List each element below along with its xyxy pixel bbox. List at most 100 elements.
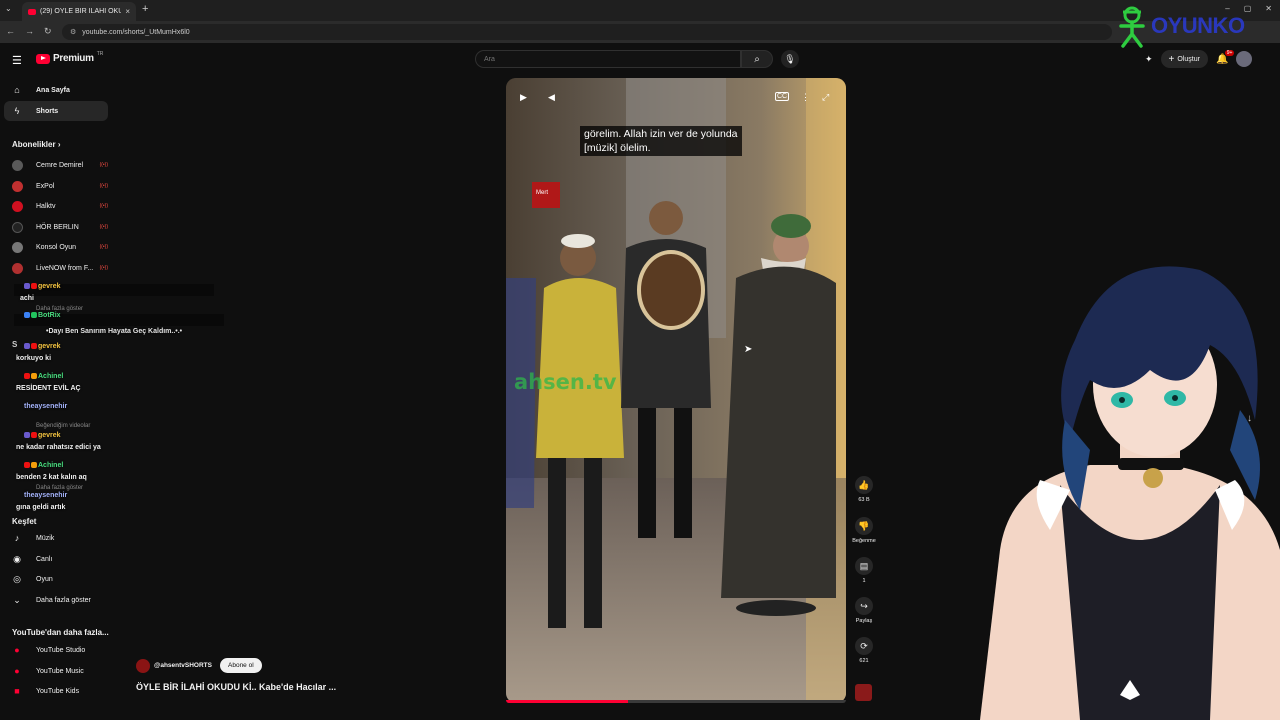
subscription-item[interactable]: LiveNOW from F... ((•)) — [12, 258, 108, 278]
subscription-item[interactable]: Halktv ((•)) — [12, 196, 108, 216]
chat-badge-icon — [24, 432, 30, 439]
url-field[interactable]: ⚙ youtube.com/shorts/_UtMumHx6l0 — [62, 24, 1112, 40]
tab-close-button[interactable]: × — [125, 7, 130, 16]
maximize-icon[interactable]: ▢ — [1244, 4, 1252, 13]
sound-thumbnail[interactable] — [855, 684, 872, 701]
remix-icon: ⟳ — [855, 637, 873, 655]
section-heading-partial: S — [12, 340, 18, 349]
sidebar-item-gaming[interactable]: ◎ Oyun — [12, 569, 108, 589]
play-icon[interactable]: ▶ — [520, 92, 527, 103]
browser-tab[interactable]: (29) ÖYLE BİR İLAHİ OKUDU Kİ.. × — [22, 2, 136, 21]
chat-badge-icon — [31, 312, 37, 319]
create-button[interactable]: + Oluştur — [1160, 50, 1208, 68]
chat-username: BotRix — [24, 312, 61, 319]
chat-username: theaysenehir — [24, 492, 68, 499]
sidebar-item-music[interactable]: ♪ Müzik — [12, 528, 108, 548]
sidebar-item-youtube-studio[interactable]: ● YouTube Studio — [12, 640, 108, 660]
channel-avatar[interactable] — [136, 658, 150, 673]
url-text: youtube.com/shorts/_UtMumHx6l0 — [82, 28, 190, 36]
search-icon: ⌕ — [754, 53, 760, 65]
chat-badge-icon — [31, 432, 37, 439]
cast-icon[interactable]: ✦ — [1145, 54, 1153, 65]
sidebar-item-home[interactable]: ⌂ Ana Sayfa — [4, 80, 108, 100]
comments-button[interactable]: ▤ 1 — [851, 557, 877, 584]
chat-badge-icon — [31, 462, 37, 469]
chat-badge-icon — [24, 312, 30, 319]
comment-icon: ▤ — [855, 557, 873, 575]
sidebar-item-label: Oyun — [36, 575, 53, 583]
subscription-name: ExPol — [36, 182, 55, 190]
subscribe-button[interactable]: Abone ol — [220, 658, 262, 673]
subscription-item[interactable]: ExPol ((•)) — [12, 176, 108, 196]
sidebar-item-show-more[interactable]: ⌄ Daha fazla göster — [12, 590, 108, 610]
show-more-link-2[interactable]: Daha fazla göster — [36, 485, 83, 491]
forward-icon[interactable]: → — [25, 26, 34, 37]
share-button[interactable]: ↪ Paylaş — [851, 597, 877, 624]
chat-user-text: gevrek — [38, 283, 61, 290]
youtube-logo[interactable]: Premium TR — [36, 51, 103, 64]
subscription-name: LiveNOW from F... — [36, 264, 94, 272]
close-window-icon[interactable]: ✕ — [1265, 4, 1272, 13]
like-button[interactable]: 👍 63 B — [851, 476, 877, 503]
share-label: Paylaş — [855, 618, 873, 624]
search-button[interactable]: ⌕ — [741, 50, 773, 68]
mascot-logo-icon — [1119, 6, 1145, 48]
reload-icon[interactable]: ↻ — [44, 26, 52, 37]
dislike-button[interactable]: 👎 Beğenme — [851, 517, 877, 544]
chat-message: korkuyo ki — [16, 355, 52, 362]
chat-message: achi — [20, 295, 35, 302]
account-avatar[interactable] — [1236, 51, 1253, 67]
sidebar-item-label: Ana Sayfa — [36, 86, 70, 94]
video-title[interactable]: ÖYLE BİR İLAHİ OKUDU Kİ.. Kabe'de Hacıla… — [136, 682, 336, 692]
sidebar-item-live[interactable]: ◉ Canlı — [12, 549, 108, 569]
more-from-youtube-heading: YouTube'dan daha fazla... — [12, 628, 109, 637]
subscription-name: Konsol Oyun — [36, 243, 77, 251]
channel-info: @ahsentvSHORTS Abone ol — [136, 658, 262, 673]
chat-username: Achinel — [24, 373, 63, 380]
sidebar-item-label: YouTube Studio — [36, 646, 86, 654]
search-input[interactable] — [484, 55, 684, 63]
back-icon[interactable]: ← — [6, 26, 15, 37]
live-icon: ((•)) — [99, 162, 108, 168]
chevron-down-icon: ⌄ — [13, 594, 21, 605]
remix-button[interactable]: ⟳ 621 — [851, 637, 877, 664]
chat-badge-icon — [24, 462, 30, 469]
subscriptions-heading[interactable]: Abonelikler › — [12, 140, 60, 149]
liked-videos-link[interactable]: Beğendiğim videolar — [36, 423, 90, 429]
chat-badge-icon — [31, 343, 37, 350]
tab-search-icon[interactable]: ⌄ — [5, 4, 12, 13]
sidebar-item-shorts[interactable]: ϟ Shorts — [4, 101, 108, 121]
chat-username: gevrek — [24, 283, 61, 290]
subscription-name: HÖR BERLIN — [36, 223, 79, 231]
mouse-cursor-icon: ➤ — [744, 344, 753, 355]
sidebar-item-youtube-kids[interactable]: ■ YouTube Kids — [12, 681, 108, 701]
subscription-item[interactable]: Konsol Oyun ((•)) — [12, 237, 108, 257]
music-icon: ♪ — [14, 533, 20, 543]
notifications-button[interactable]: 🔔 9+ — [1216, 49, 1235, 65]
header-actions: ✦ + Oluştur 🔔 9+ — [1145, 49, 1253, 68]
youtube-favicon-icon — [28, 8, 36, 15]
channel-handle[interactable]: @ahsentvSHORTS — [154, 662, 212, 669]
volume-icon[interactable]: ◀ — [548, 92, 555, 103]
fullscreen-icon[interactable]: ⤢ — [822, 92, 829, 103]
more-options-icon[interactable]: ⋮ — [801, 92, 810, 103]
youtube-studio-icon: ● — [14, 645, 20, 655]
sidebar-item-youtube-music[interactable]: ● YouTube Music — [12, 661, 108, 681]
subscription-item[interactable]: HÖR BERLIN ((•)) — [12, 217, 108, 237]
shorts-video-player[interactable]: Mert görelim. Allah izin ver de yolunda … — [506, 78, 846, 703]
site-info-icon[interactable]: ⚙ — [70, 28, 76, 36]
hamburger-menu-icon[interactable]: ☰ — [12, 54, 22, 67]
logo-text: Premium — [53, 53, 94, 64]
new-tab-button[interactable]: + — [142, 3, 148, 15]
tab-title: (29) ÖYLE BİR İLAHİ OKUDU Kİ.. — [40, 8, 122, 15]
voice-search-button[interactable]: 🎙 — [781, 50, 799, 68]
dislike-icon: 👎 — [855, 517, 873, 535]
youtube-play-icon — [36, 53, 50, 64]
search-box — [475, 50, 741, 68]
subscription-item[interactable]: Cemre Demirel ((•)) — [12, 155, 108, 175]
live-icon: ((•)) — [99, 224, 108, 230]
captions-icon[interactable]: CC — [775, 92, 790, 101]
vtuber-avatar-image — [980, 266, 1280, 720]
video-progress-bar[interactable] — [506, 700, 846, 703]
home-icon: ⌂ — [14, 85, 20, 95]
